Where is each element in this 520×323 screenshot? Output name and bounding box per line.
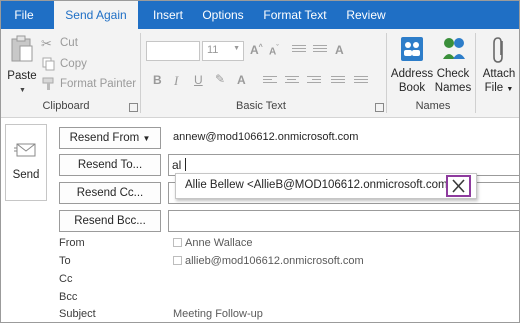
autocomplete-suggestion[interactable]: Allie Bellew <AllieB@MOD106612.onmicroso…: [185, 179, 454, 191]
clipboard-group-label: Clipboard: [42, 100, 90, 112]
resend-bcc-button[interactable]: Resend Bcc...: [59, 210, 161, 232]
chevron-down-icon: ▼: [19, 87, 26, 94]
highlight-icon[interactable]: ✎: [215, 72, 225, 86]
format-painter-button[interactable]: Format Painter: [41, 77, 141, 93]
separator: [475, 33, 476, 113]
bcc-label: Bcc: [59, 291, 78, 303]
cut-button[interactable]: ✂ Cut: [41, 36, 111, 53]
text-cursor: [185, 158, 186, 171]
subject-value: Meeting Follow-up: [173, 308, 263, 320]
tab-review[interactable]: Review: [339, 1, 393, 29]
send-envelope-icon: [14, 143, 36, 157]
font-size-value: 11: [207, 44, 219, 56]
italic-button[interactable]: I: [174, 73, 178, 89]
grow-font-icon[interactable]: A^: [250, 43, 263, 57]
resend-from-button[interactable]: Resend From ▼: [59, 127, 161, 149]
address-book-icon: [401, 37, 423, 61]
bold-button[interactable]: B: [153, 73, 162, 87]
address-book-label-2: Book: [398, 82, 426, 94]
attach-label-2: File ▼: [484, 82, 514, 94]
paperclip-icon: [493, 37, 503, 63]
basic-text-group-label: Basic Text: [236, 100, 286, 112]
basic-text-launcher-icon[interactable]: [375, 103, 384, 112]
copy-label: Copy: [60, 58, 87, 70]
tab-format-text[interactable]: Format Text: [257, 1, 333, 29]
address-book-label-1: Address: [390, 68, 434, 80]
subject-label: Subject: [59, 308, 96, 320]
align-right-icon[interactable]: [307, 76, 321, 86]
remove-suggestion-button[interactable]: [446, 175, 471, 197]
tab-options[interactable]: Options: [195, 1, 251, 29]
resend-to-button[interactable]: Resend To...: [59, 154, 161, 176]
to-original-value: allieb@mod106612.onmicrosoft.com: [173, 255, 364, 267]
clear-formatting-icon[interactable]: A: [335, 43, 344, 57]
format-painter-label: Format Painter: [60, 78, 137, 90]
checkbox-icon: [173, 238, 182, 247]
check-names-button[interactable]: Check Names: [433, 33, 473, 97]
copy-button[interactable]: Copy: [41, 57, 111, 73]
tab-insert[interactable]: Insert: [141, 1, 195, 29]
ribbon: Paste ▼ ✂ Cut Copy Format Painter Clipbo…: [1, 29, 519, 118]
from-label: From: [59, 237, 85, 249]
cc-label: Cc: [59, 273, 73, 285]
check-names-icon: [443, 38, 465, 59]
separator: [140, 33, 141, 113]
tab-file[interactable]: File: [1, 1, 47, 29]
send-label: Send: [12, 169, 40, 181]
paste-label: Paste: [7, 70, 37, 82]
bcc-input[interactable]: [168, 210, 519, 232]
shrink-font-icon[interactable]: Aˇ: [269, 45, 279, 57]
to-input-value: al: [172, 158, 182, 172]
resend-cc-button[interactable]: Resend Cc...: [59, 182, 161, 204]
format-painter-icon: [42, 77, 54, 90]
align-left-icon[interactable]: [263, 76, 277, 86]
paste-icon: [11, 35, 33, 62]
attach-label-1: Attach: [482, 68, 516, 80]
align-center-icon[interactable]: [285, 76, 299, 86]
outlook-window: File Send Again Insert Options Format Te…: [0, 0, 520, 323]
resend-from-label: Resend From: [69, 132, 140, 144]
from-value: Anne Wallace: [173, 237, 252, 249]
font-color-icon[interactable]: A: [237, 73, 246, 87]
checkbox-icon: [173, 256, 182, 265]
attach-file-button[interactable]: Attach File ▼: [479, 33, 519, 97]
check-names-label-2: Names: [434, 82, 472, 94]
ribbon-tab-bar: File Send Again Insert Options Format Te…: [1, 1, 519, 29]
separator: [386, 33, 387, 113]
names-group-label: Names: [415, 100, 451, 112]
font-size-combo[interactable]: 11 ▼: [202, 41, 244, 61]
chevron-down-icon: ▼: [142, 134, 151, 143]
copy-icon: [42, 57, 55, 71]
numbering-icon[interactable]: [313, 45, 327, 55]
chevron-down-icon: ▼: [233, 45, 240, 52]
decrease-indent-icon[interactable]: [331, 76, 345, 86]
font-name-combo[interactable]: [146, 41, 200, 61]
autocomplete-dropdown: Allie Bellew <AllieB@MOD106612.onmicroso…: [175, 173, 477, 199]
clipboard-launcher-icon[interactable]: [129, 103, 138, 112]
tab-send-again[interactable]: Send Again: [54, 1, 138, 29]
from-account: annew@mod106612.onmicrosoft.com: [173, 131, 359, 143]
send-button[interactable]: Send: [5, 124, 47, 201]
address-book-button[interactable]: Address Book: [391, 33, 433, 97]
increase-indent-icon[interactable]: [354, 76, 368, 86]
paste-button[interactable]: Paste ▼: [5, 35, 39, 97]
to-label: To: [59, 255, 71, 267]
close-icon: [452, 179, 465, 193]
underline-icon[interactable]: U: [194, 73, 203, 87]
cut-label: Cut: [60, 37, 78, 49]
bullets-icon[interactable]: [292, 45, 306, 55]
check-names-label-1: Check: [436, 68, 470, 80]
scissors-icon: ✂: [41, 36, 52, 51]
